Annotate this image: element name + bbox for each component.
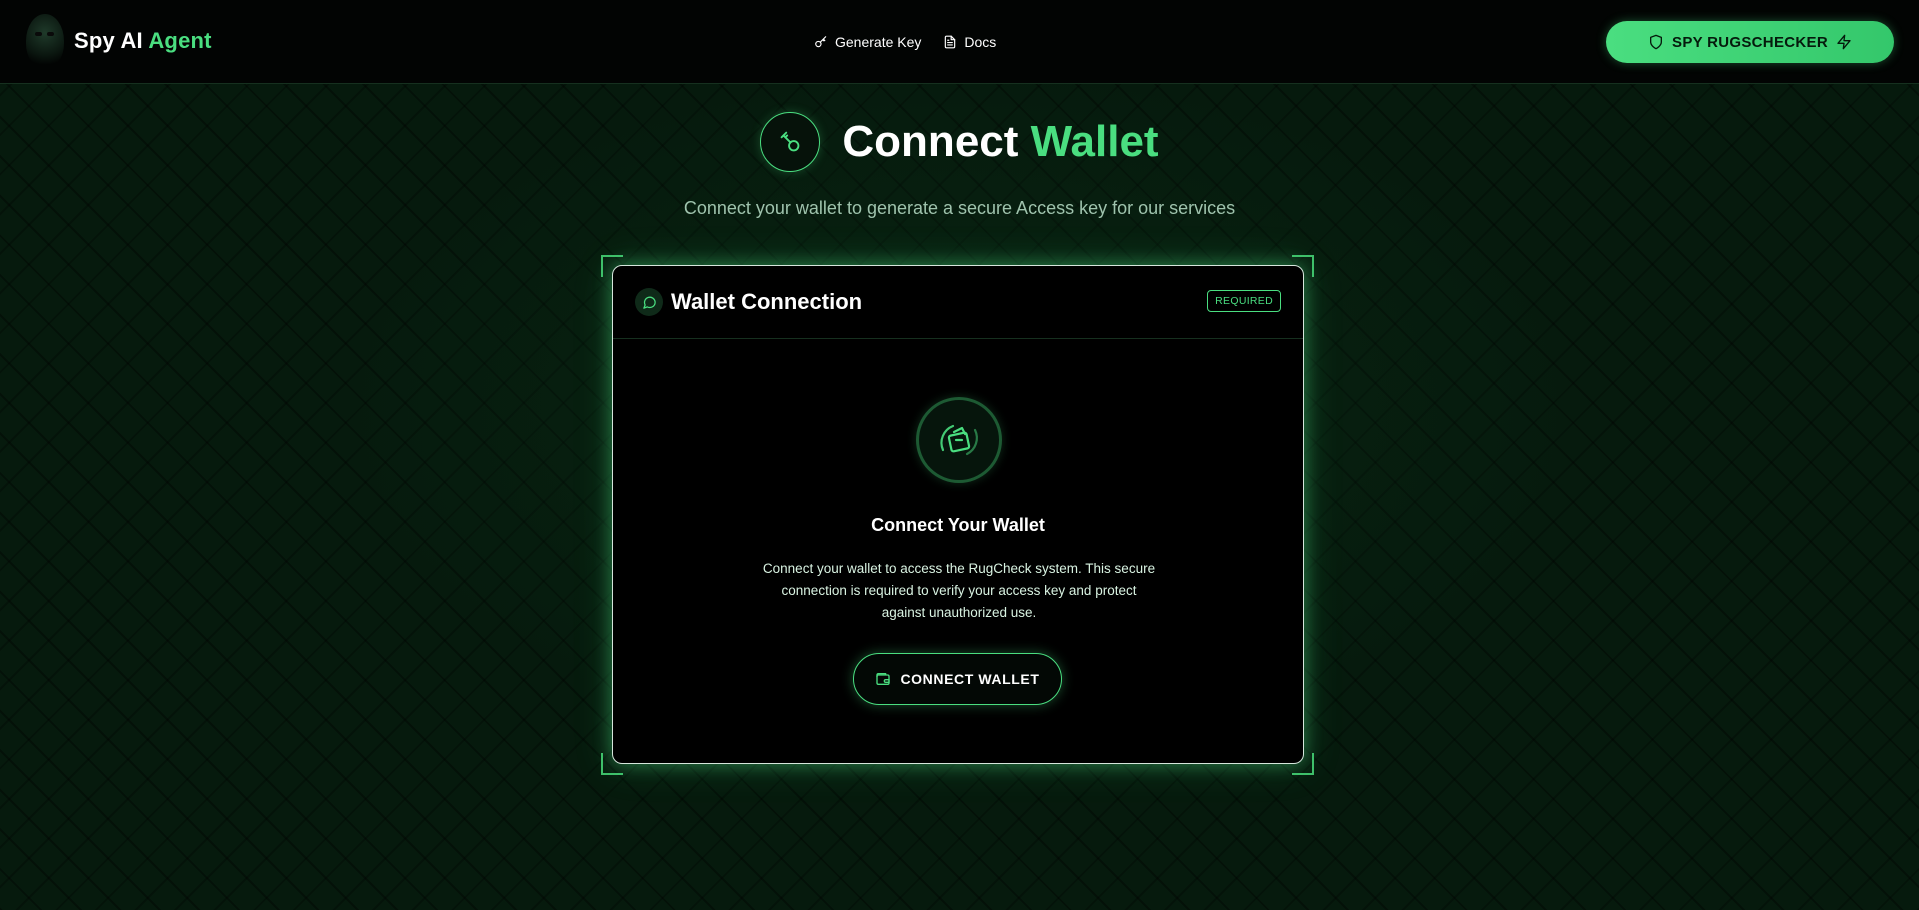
- nav-docs[interactable]: Docs: [943, 34, 996, 50]
- connect-wallet-heading: Connect Your Wallet: [871, 515, 1045, 535]
- required-badge: REQUIRED: [1207, 290, 1281, 312]
- card-header: Wallet Connection REQUIRED: [613, 266, 1303, 339]
- hero-heading: Connect Wallet: [0, 112, 1919, 172]
- brand-main: Spy AI: [74, 28, 143, 53]
- spy-rugschecker-label: SPY RUGSCHECKER: [1672, 33, 1828, 51]
- page-title-accent: Wallet: [1030, 117, 1159, 166]
- connect-wallet-button[interactable]: CONNECT WALLET: [853, 653, 1062, 705]
- brand-name: Spy AI Agent: [74, 28, 212, 54]
- card-frame: Wallet Connection REQUIRED Connect Your …: [601, 255, 1314, 775]
- main-nav: Generate Key Docs: [814, 0, 996, 84]
- lightning-icon: [1837, 34, 1851, 50]
- spy-rugschecker-button[interactable]: SPY RUGSCHECKER: [1606, 21, 1894, 63]
- wallet-connection-card: Wallet Connection REQUIRED Connect Your …: [612, 265, 1304, 764]
- page-subtitle: Connect your wallet to generate a secure…: [683, 198, 1236, 218]
- shield-icon: [1650, 34, 1663, 50]
- page-title-main: Connect: [842, 117, 1019, 166]
- brand-logo[interactable]: Spy AI Agent: [26, 14, 212, 68]
- key-icon: [760, 112, 821, 172]
- page-title: Connect Wallet: [842, 117, 1158, 167]
- top-header: Spy AI Agent Generate Key Docs SPY RUGSC…: [0, 0, 1919, 84]
- key-icon: [815, 36, 827, 48]
- nav-generate-key[interactable]: Generate Key: [814, 34, 921, 50]
- chat-icon: [635, 288, 663, 316]
- card-title: Wallet Connection: [671, 289, 863, 314]
- connect-wallet-description: Connect your wallet to access the RugChe…: [762, 561, 1156, 620]
- nav-generate-key-label: Generate Key: [835, 34, 922, 50]
- nav-docs-label: Docs: [964, 34, 997, 50]
- brand-accent: Agent: [148, 28, 212, 53]
- document-icon: [945, 35, 956, 49]
- wallet-icon: [876, 673, 891, 685]
- spy-avatar-icon: [26, 14, 64, 68]
- connect-wallet-label: CONNECT WALLET: [900, 671, 1040, 687]
- wallet-icon: [916, 397, 1002, 483]
